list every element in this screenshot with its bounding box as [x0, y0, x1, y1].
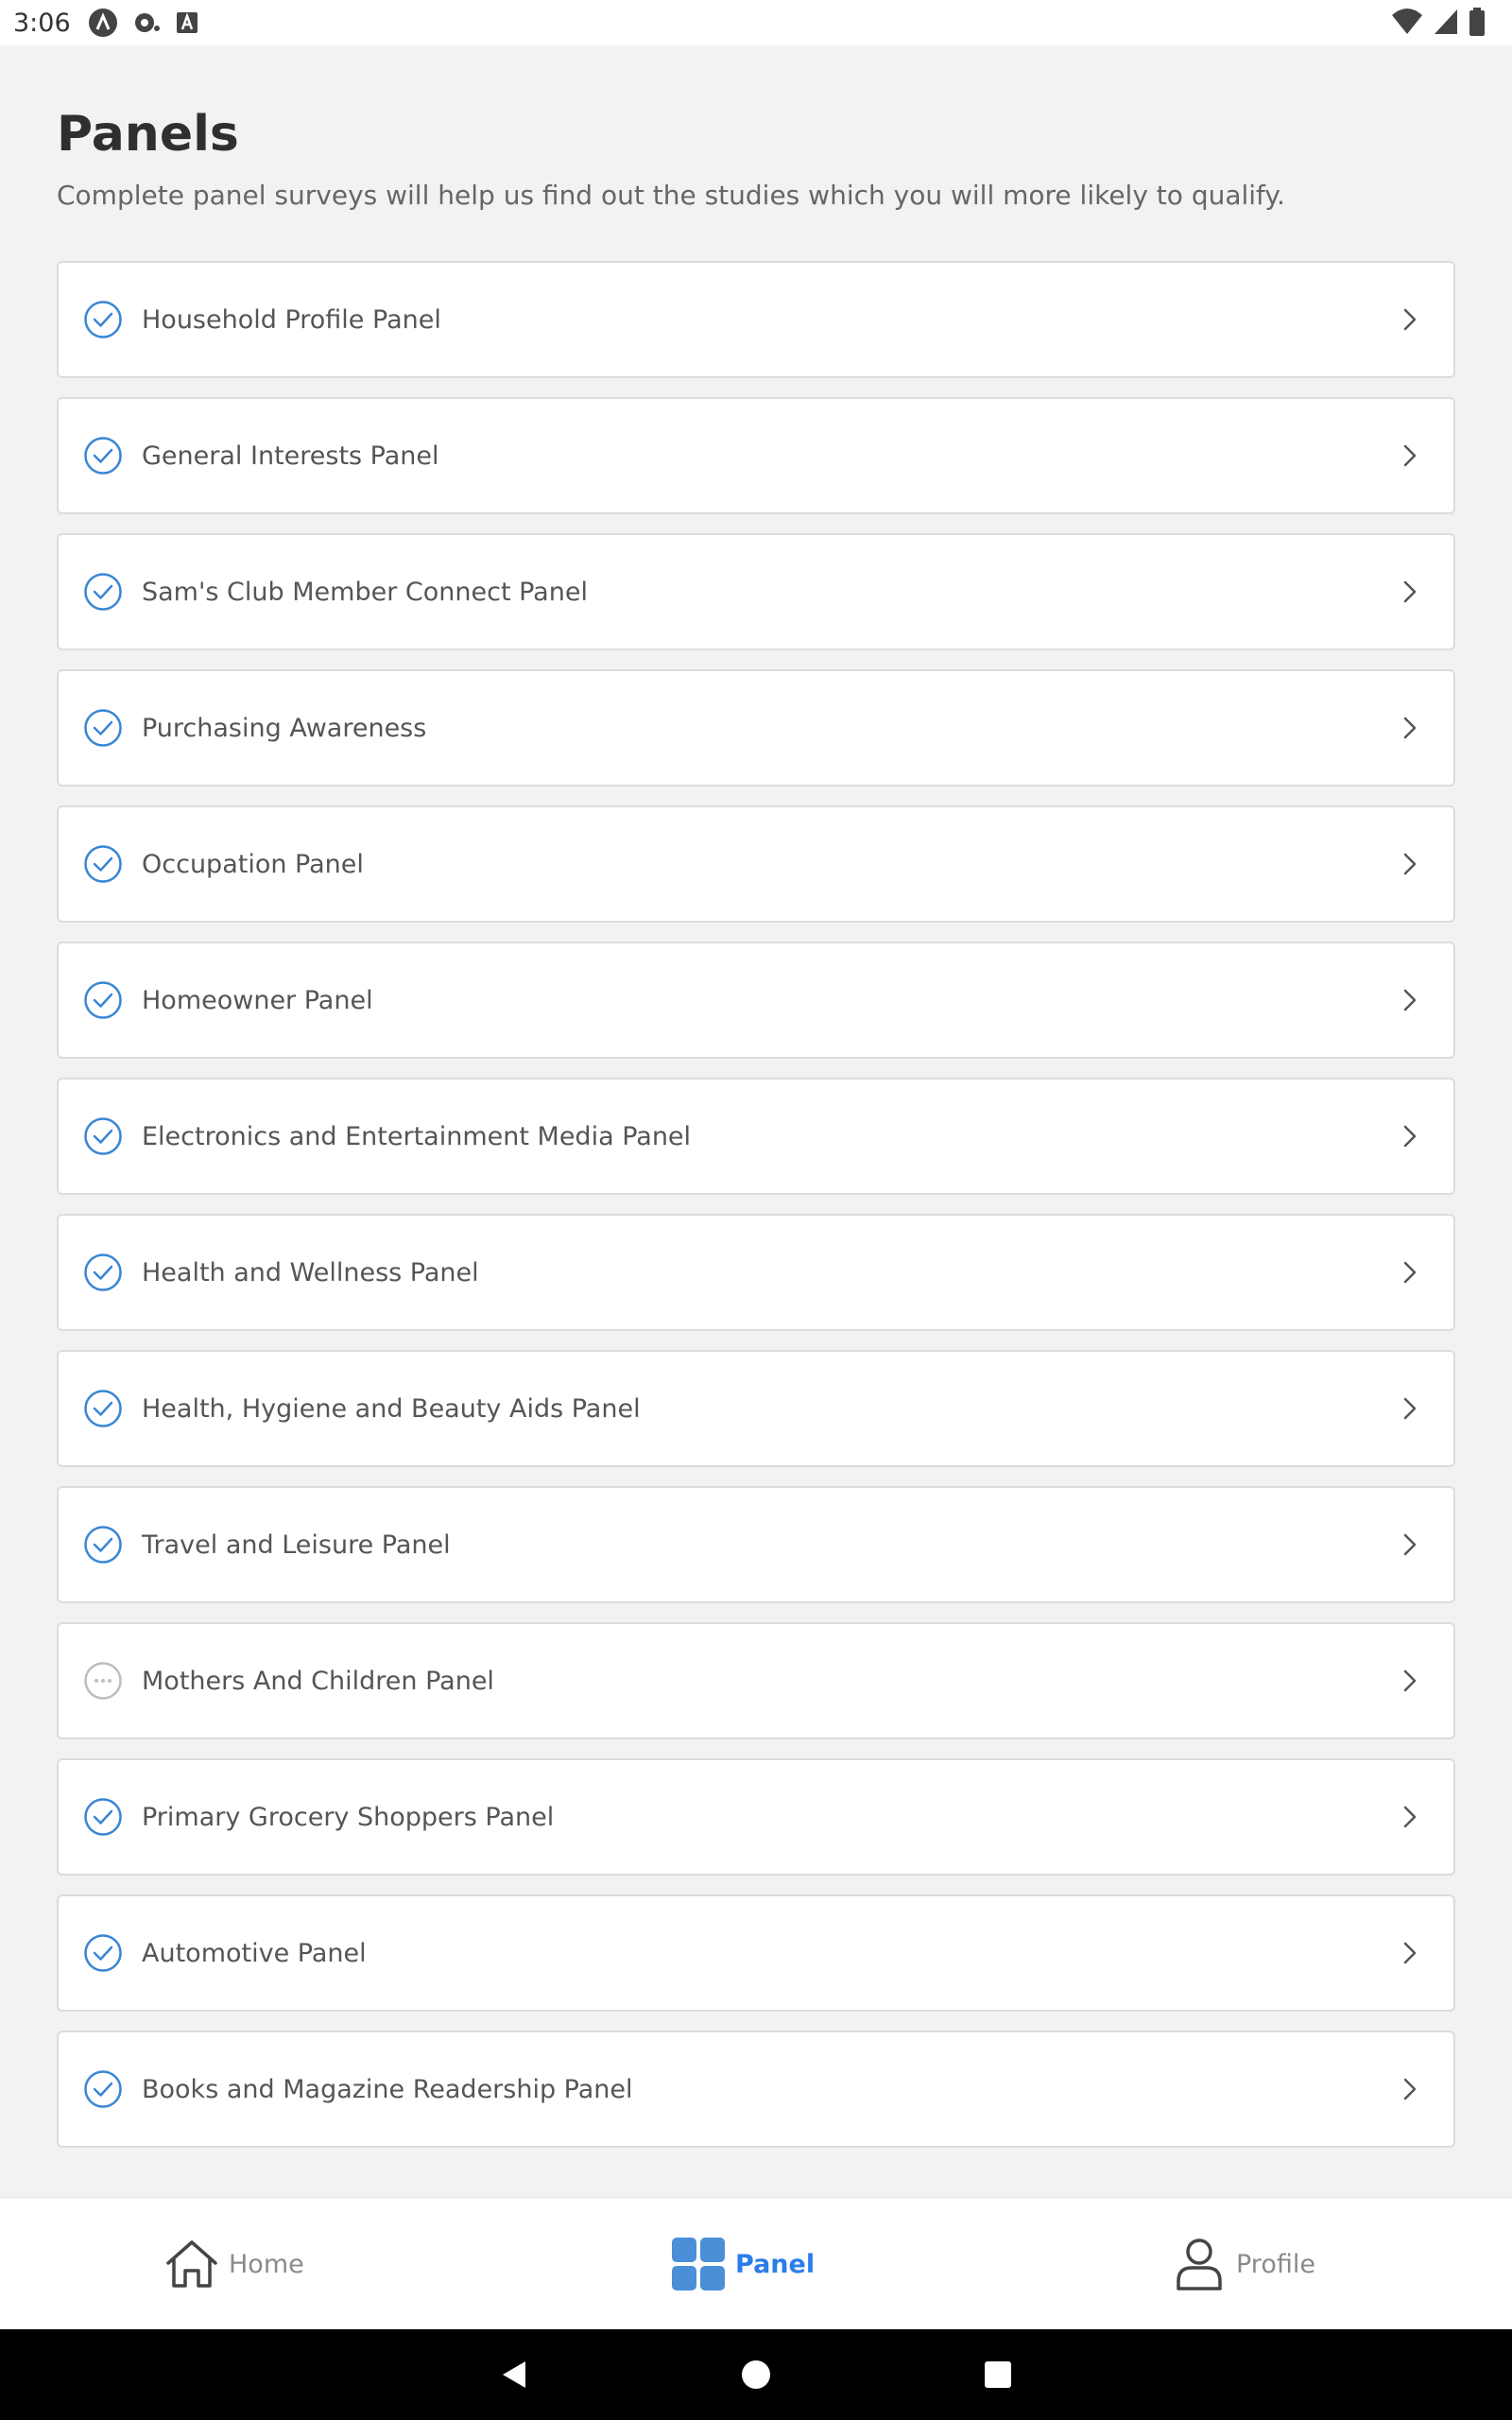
- recents-button[interactable]: [960, 2329, 1036, 2420]
- page-title: Panels: [57, 106, 239, 163]
- panel-item[interactable]: Occupation Panel: [57, 805, 1455, 923]
- back-button[interactable]: [476, 2329, 552, 2420]
- status-icons-right: [1391, 8, 1486, 36]
- check-circle-icon: [83, 436, 123, 475]
- panel-item[interactable]: Health and Wellness Panel: [57, 1214, 1455, 1331]
- chevron-right-icon: [1403, 1533, 1417, 1556]
- check-circle-icon: [83, 844, 123, 884]
- chevron-right-icon: [1403, 2078, 1417, 2100]
- home-button[interactable]: [718, 2329, 794, 2420]
- battery-icon: [1469, 8, 1485, 36]
- panel-item[interactable]: Primary Grocery Shoppers Panel: [57, 1758, 1455, 1876]
- system-nav-bar: [0, 2329, 1512, 2420]
- home-circle-icon: [742, 2360, 770, 2389]
- grid-icon: [672, 2238, 725, 2290]
- check-circle-icon: [83, 572, 123, 612]
- wifi-icon: [1392, 9, 1422, 34]
- chevron-right-icon: [1403, 1125, 1417, 1148]
- panel-item[interactable]: Automotive Panel: [57, 1894, 1455, 2012]
- panel-label: Homeowner Panel: [142, 985, 373, 1015]
- panel-item[interactable]: Health, Hygiene and Beauty Aids Panel: [57, 1350, 1455, 1467]
- home-icon: [166, 2240, 217, 2288]
- panel-item[interactable]: Travel and Leisure Panel: [57, 1486, 1455, 1603]
- panel-label: General Interests Panel: [142, 441, 439, 471]
- check-circle-icon: [83, 1389, 123, 1428]
- panel-label: Travel and Leisure Panel: [142, 1530, 451, 1560]
- app-a-icon: [88, 9, 117, 37]
- nav-panel[interactable]: Panel: [671, 2198, 815, 2330]
- font-a-icon: [176, 12, 198, 33]
- panel-item[interactable]: General Interests Panel: [57, 397, 1455, 514]
- panel-item[interactable]: Books and Magazine Readership Panel: [57, 2031, 1455, 2148]
- chevron-right-icon: [1403, 1397, 1417, 1420]
- panel-label: Health, Hygiene and Beauty Aids Panel: [142, 1393, 641, 1424]
- check-circle-icon: [83, 1933, 123, 1973]
- chevron-right-icon: [1403, 444, 1417, 467]
- panel-item[interactable]: Household Profile Panel: [57, 261, 1455, 378]
- check-circle-icon: [83, 980, 123, 1020]
- status-bar: 3:06: [0, 0, 1512, 45]
- panel-label: Electronics and Entertainment Media Pane…: [142, 1121, 692, 1151]
- chevron-right-icon: [1403, 308, 1417, 331]
- chevron-right-icon: [1403, 1806, 1417, 1828]
- nav-profile[interactable]: Profile: [1172, 2198, 1315, 2330]
- panel-item[interactable]: Homeowner Panel: [57, 942, 1455, 1059]
- recents-square-icon: [985, 2361, 1011, 2388]
- back-triangle-icon: [503, 2361, 525, 2388]
- panel-label: Automotive Panel: [142, 1938, 367, 1968]
- sync-icon: [134, 13, 160, 32]
- check-circle-icon: [83, 708, 123, 748]
- user-icon: [1177, 2238, 1222, 2290]
- panel-label: Sam's Club Member Connect Panel: [142, 577, 588, 607]
- check-circle-icon: [83, 2069, 123, 2109]
- panel-label: Household Profile Panel: [142, 304, 441, 335]
- panel-label: Occupation Panel: [142, 849, 364, 879]
- status-icons-left: [88, 8, 199, 38]
- panel-item[interactable]: Mothers And Children Panel: [57, 1622, 1455, 1739]
- chevron-right-icon: [1403, 1942, 1417, 1964]
- status-time: 3:06: [13, 8, 71, 38]
- chevron-right-icon: [1403, 1669, 1417, 1692]
- chevron-right-icon: [1403, 1261, 1417, 1284]
- panel-label: Primary Grocery Shoppers Panel: [142, 1802, 555, 1832]
- chevron-right-icon: [1403, 580, 1417, 603]
- panel-list: Household Profile Panel General Interest…: [57, 261, 1455, 2167]
- check-circle-icon: [83, 1797, 123, 1837]
- panel-label: Books and Magazine Readership Panel: [142, 2074, 633, 2104]
- nav-panel-label: Panel: [735, 2249, 816, 2279]
- panel-item[interactable]: Purchasing Awareness: [57, 669, 1455, 786]
- panel-label: Mothers And Children Panel: [142, 1666, 494, 1696]
- chevron-right-icon: [1403, 989, 1417, 1011]
- check-circle-icon: [83, 1253, 123, 1292]
- page-subtitle: Complete panel surveys will help us find…: [57, 180, 1285, 211]
- bottom-nav: Home Panel Profile: [0, 2197, 1512, 2330]
- panel-item[interactable]: Sam's Club Member Connect Panel: [57, 533, 1455, 650]
- nav-home-label: Home: [229, 2249, 304, 2279]
- nav-home[interactable]: Home: [164, 2198, 304, 2330]
- panel-label: Health and Wellness Panel: [142, 1257, 479, 1288]
- panel-label: Purchasing Awareness: [142, 713, 427, 743]
- check-circle-icon: [83, 1525, 123, 1564]
- check-circle-icon: [83, 300, 123, 339]
- chevron-right-icon: [1403, 853, 1417, 875]
- chevron-right-icon: [1403, 717, 1417, 739]
- signal-icon: [1435, 9, 1457, 34]
- check-circle-icon: [83, 1116, 123, 1156]
- panel-item[interactable]: Electronics and Entertainment Media Pane…: [57, 1078, 1455, 1195]
- nav-profile-label: Profile: [1236, 2249, 1315, 2279]
- pending-circle-icon: [83, 1661, 123, 1701]
